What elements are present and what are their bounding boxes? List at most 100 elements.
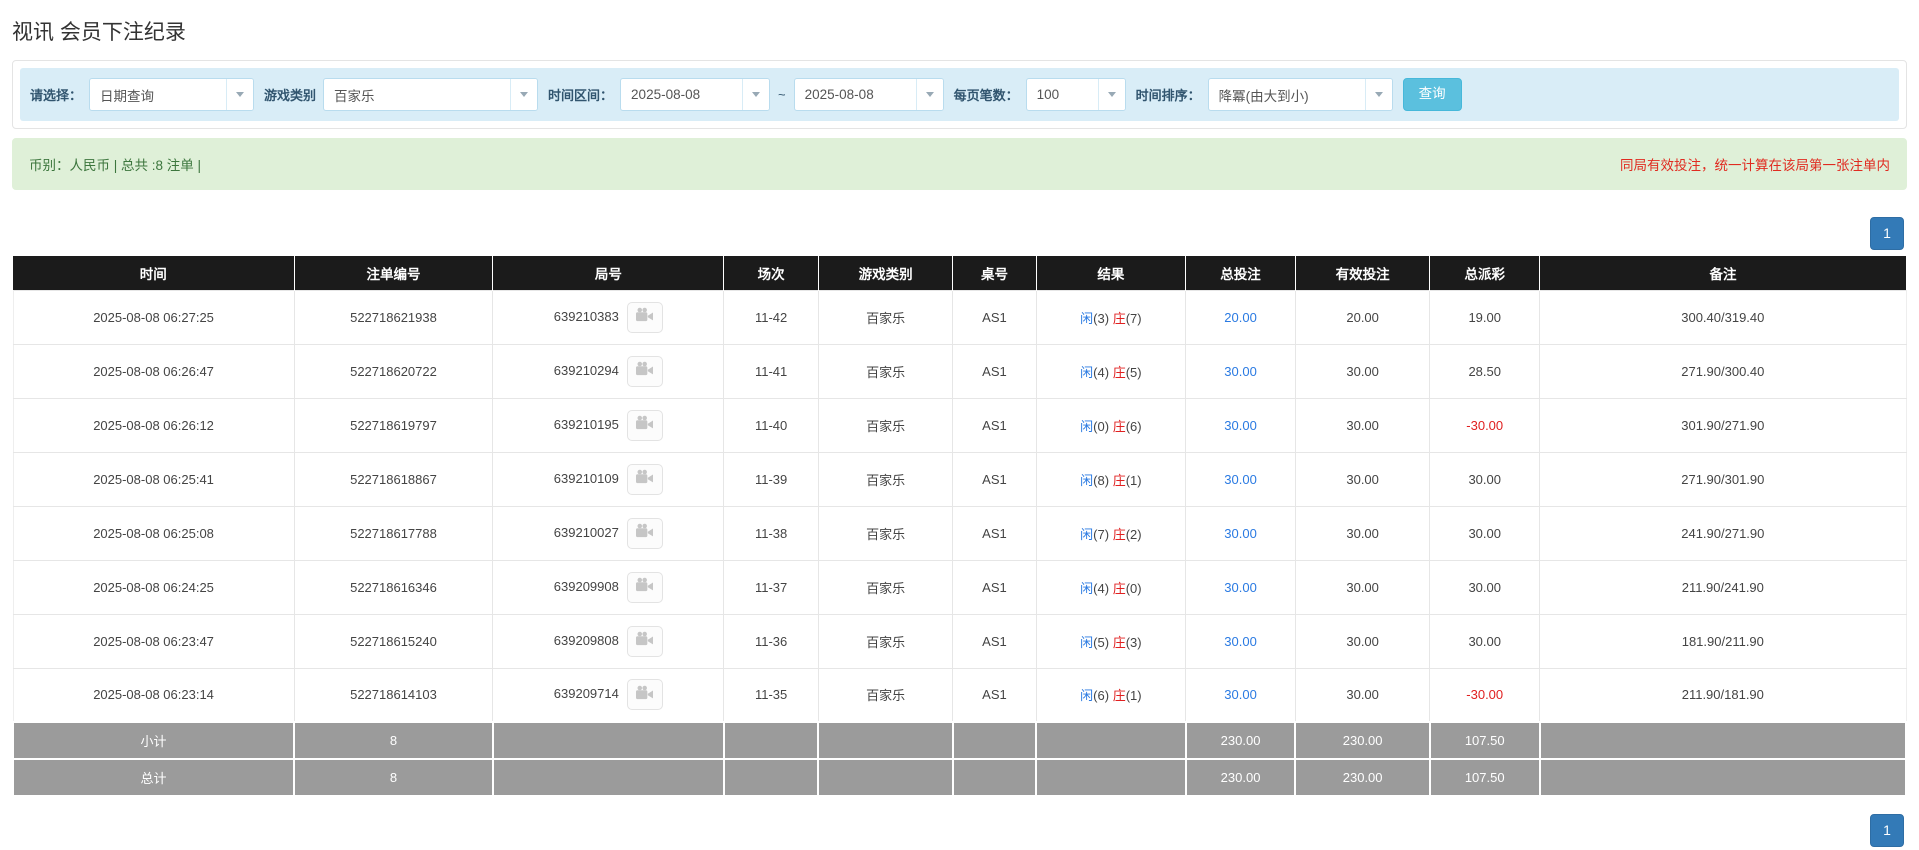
cell-round-id: 639209908	[492, 559, 725, 615]
total-bet-link[interactable]: 30.00	[1224, 364, 1257, 379]
total-bet-link[interactable]: 30.00	[1224, 526, 1257, 541]
field-time-range: 时间区间： 2025-08-08 ~ 2025-08-08	[548, 78, 944, 111]
summary-count: 8	[389, 770, 398, 785]
video-replay-button[interactable]	[626, 625, 663, 657]
cell-table-no: AS1	[952, 289, 1037, 345]
summary-row-label: 总计	[140, 771, 167, 786]
total-bet-link[interactable]: 30.00	[1224, 472, 1257, 487]
cell-time: 2025-08-08 06:25:08	[12, 505, 295, 561]
game-type: 百家乐	[866, 310, 906, 326]
cell-time: 2025-08-08 06:23:14	[12, 667, 295, 723]
video-replay-button[interactable]	[626, 517, 663, 549]
valid-bet: 30.00	[1346, 579, 1379, 595]
bet-id: 522718614103	[350, 687, 437, 703]
table-no: AS1	[982, 417, 1007, 433]
chevron-down-icon[interactable]	[1097, 79, 1125, 110]
balance-remark: 301.90/271.90	[1681, 417, 1765, 433]
chevron-down-icon[interactable]	[915, 79, 943, 110]
cell-remark: 211.90/181.90	[1539, 667, 1907, 723]
round-id: 639209908	[553, 578, 619, 594]
player-result-label: 闲	[1080, 688, 1094, 704]
bet-id: 522718620722	[350, 363, 437, 379]
time-sort-value: 降冪(由大到小)	[1218, 88, 1309, 104]
search-button[interactable]: 查询	[1402, 78, 1462, 111]
round-id: 639210027	[553, 524, 619, 540]
col-header-remark: 备注	[1539, 256, 1906, 290]
cell-table-no: AS1	[952, 343, 1037, 399]
total-bet-link[interactable]: 30.00	[1224, 687, 1257, 702]
bet-id: 522718621938	[350, 309, 437, 325]
cell-total-bet: 30.00	[1185, 343, 1296, 399]
cell-total-bet: 30.00	[1185, 505, 1296, 561]
page-size-select[interactable]: 100	[1025, 78, 1126, 111]
chevron-down-icon[interactable]	[226, 79, 254, 110]
chevron-down-icon[interactable]	[510, 79, 538, 110]
total-bet-link[interactable]: 30.00	[1224, 580, 1257, 595]
date-to-value: 2025-08-08	[804, 87, 874, 102]
bet-time: 2025-08-08 06:27:25	[93, 309, 214, 325]
round-id: 639210383	[553, 308, 619, 324]
cell-payout: 19.00	[1429, 289, 1541, 345]
date-to-select[interactable]: 2025-08-08	[793, 78, 944, 111]
valid-bet: 30.00	[1346, 633, 1379, 649]
cell-remark: 271.90/300.40	[1539, 343, 1907, 399]
cell-total-bet: 30.00	[1185, 667, 1296, 723]
video-replay-button[interactable]	[626, 301, 663, 333]
cell-remark: 301.90/271.90	[1539, 397, 1907, 453]
page-size-value: 100	[1036, 87, 1060, 102]
cell-session: 11-42	[723, 289, 819, 345]
cell-session: 11-40	[723, 397, 819, 453]
session-no: 11-40	[754, 417, 788, 433]
date-from-select[interactable]: 2025-08-08	[620, 78, 771, 111]
page-1-button[interactable]: 1	[1870, 814, 1904, 847]
round-id: 639210294	[553, 362, 619, 378]
banker-result-score: (2)	[1125, 526, 1142, 542]
total-bet-link[interactable]: 20.00	[1224, 310, 1257, 325]
time-sort-label: 时间排序：	[1135, 88, 1201, 103]
field-page-size: 每页笔数： 100	[954, 78, 1126, 111]
query-mode-value: 日期查询	[100, 88, 155, 104]
video-replay-button[interactable]	[626, 679, 663, 711]
game-type-select[interactable]: 百家乐	[323, 78, 539, 111]
cell-valid-bet: 30.00	[1294, 559, 1431, 615]
table-row: 2025-08-08 06:26:12 522718619797 6392101…	[12, 397, 1907, 453]
session-no: 11-41	[754, 363, 788, 379]
round-id: 639209808	[553, 632, 619, 648]
page-title: 视讯 会员下注纪录	[12, 21, 186, 44]
cell-game-type: 百家乐	[817, 667, 954, 723]
session-no: 11-39	[754, 471, 788, 487]
table-footer: 小计 8 230.00 230.00 107.50 总计 8 230.00 23…	[11, 721, 1908, 797]
valid-bet: 20.00	[1346, 309, 1379, 325]
cell-valid-bet: 30.00	[1294, 343, 1431, 399]
chevron-down-icon[interactable]	[742, 79, 770, 110]
video-replay-button[interactable]	[626, 571, 663, 603]
cell-result: 闲(3) 庄(7)	[1035, 289, 1187, 345]
session-no: 11-42	[754, 309, 788, 325]
total-bet-link[interactable]: 30.00	[1224, 418, 1257, 433]
table-row: 2025-08-08 06:26:47 522718620722 6392102…	[12, 343, 1907, 399]
bet-time: 2025-08-08 06:26:12	[93, 417, 214, 433]
film-icon	[635, 685, 654, 705]
pagination-top: 1	[12, 217, 1904, 250]
video-replay-button[interactable]	[626, 355, 663, 387]
video-replay-button[interactable]	[626, 463, 663, 495]
video-replay-button[interactable]	[626, 409, 663, 441]
page-size-label: 每页笔数：	[953, 88, 1019, 103]
table-no: AS1	[982, 687, 1007, 703]
cell-remark: 241.90/271.90	[1539, 505, 1907, 561]
valid-bet: 30.00	[1346, 525, 1379, 541]
chevron-down-icon[interactable]	[1364, 79, 1392, 110]
payout-amount: 28.50	[1468, 363, 1501, 379]
cell-remark: 211.90/241.90	[1539, 559, 1907, 615]
page-1-button[interactable]: 1	[1870, 217, 1904, 250]
cell-round-id: 639210383	[492, 289, 725, 345]
cell-round-id: 639210195	[492, 397, 725, 453]
tilde-separator: ~	[778, 87, 786, 102]
banker-result-score: (7)	[1125, 310, 1142, 326]
summary-notice: 同局有效投注，统一计算在该局第一张注单内	[1620, 158, 1890, 173]
time-sort-select[interactable]: 降冪(由大到小)	[1207, 78, 1393, 111]
banker-result-score: (5)	[1125, 364, 1142, 380]
total-bet-link[interactable]: 30.00	[1224, 634, 1257, 649]
round-id: 639209714	[553, 686, 619, 702]
query-mode-select[interactable]: 日期查询	[89, 78, 255, 111]
